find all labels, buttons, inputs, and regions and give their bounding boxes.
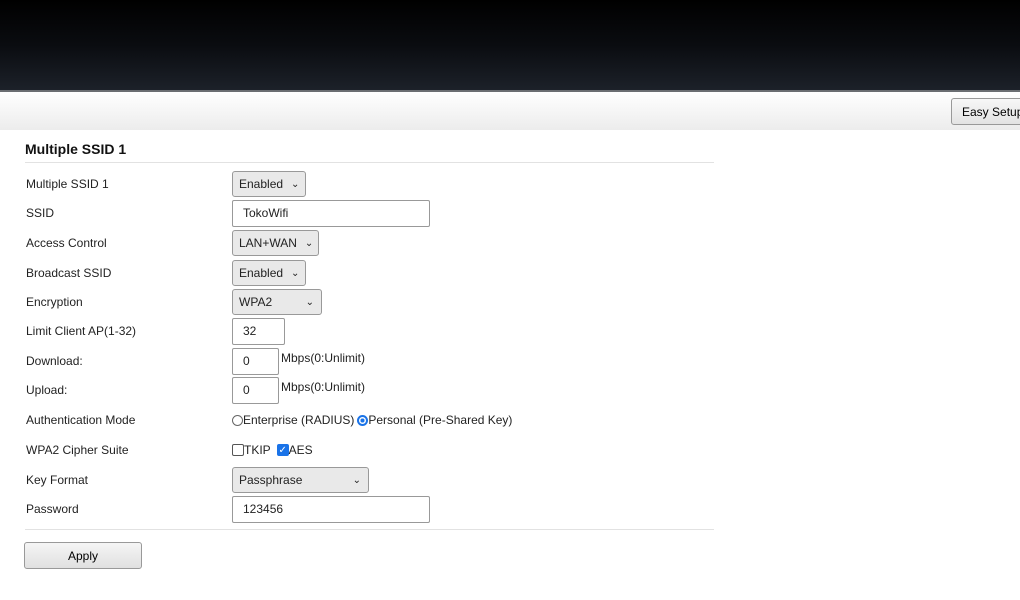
chevron-down-icon: ⌄ [291,178,300,190]
label: WPA2 Cipher Suite [26,443,129,457]
label: Password [26,502,79,516]
row-multiple-ssid: Multiple SSID 1 Enabled ⌄ [26,171,726,197]
radio-label: Enterprise (RADIUS) [243,413,355,427]
row-password: Password 123456 [26,495,726,523]
row-auth-mode: Authentication Mode Enterprise (RADIUS) … [26,407,726,433]
row-ssid: SSID TokoWifi [26,199,726,227]
chevron-down-icon: ⌄ [291,267,300,279]
value: Enabled [239,266,284,280]
apply-button[interactable]: Apply [24,542,142,569]
encryption-select[interactable]: WPA2 ⌄ [232,289,322,315]
key-format-select[interactable]: Passphrase ⌄ [232,467,369,493]
unit: Mbps(0:Unlimit) [281,380,366,394]
row-access-control: Access Control LAN+WAN ⌄ [26,230,726,256]
value: LAN+WAN [239,236,297,250]
broadcast-ssid-select[interactable]: Enabled ⌄ [232,260,306,286]
row-upload: Upload: 0 Mbps(0:Unlimit) [26,376,726,404]
label: Encryption [26,295,83,309]
label: SSID [26,206,55,220]
divider [25,529,714,530]
label: Limit Client AP(1-32) [26,324,137,338]
password-input[interactable]: 123456 [232,495,430,523]
easy-setup-button[interactable]: Easy Setup [951,98,1020,125]
label: Upload: [26,383,68,397]
row-limit-client: Limit Client AP(1-32) 32 [26,317,726,345]
aes-checkbox[interactable]: ✓ [276,444,289,456]
row-broadcast-ssid: Broadcast SSID Enabled ⌄ [26,260,726,286]
value: WPA2 [239,295,273,309]
access-control-select[interactable]: LAN+WAN ⌄ [232,230,319,256]
label: Authentication Mode [26,413,136,427]
chevron-down-icon: ⌄ [352,474,361,486]
limit-client-input[interactable]: 32 [232,317,285,345]
header-banner [0,0,1020,92]
checkbox-label: AES [288,443,313,457]
personal-radio[interactable] [357,414,369,426]
download-input[interactable]: 0 [232,347,279,375]
value: Enabled [239,177,284,191]
multiple-ssid-select[interactable]: Enabled ⌄ [232,171,306,197]
checkbox-label: TKIP [244,443,271,457]
radio-label: Personal (Pre-Shared Key) [368,413,513,427]
label: Broadcast SSID [26,266,112,280]
ssid-input[interactable]: TokoWifi [232,199,430,227]
check-icon: ✓ [278,445,287,456]
label: Multiple SSID 1 [26,177,109,191]
chevron-down-icon: ⌄ [304,237,314,249]
section-title: Multiple SSID 1 [25,141,127,157]
chevron-down-icon: ⌄ [305,296,314,308]
label: Key Format [26,473,89,487]
row-download: Download: 0 Mbps(0:Unlimit) [26,347,726,375]
value: Passphrase [239,473,303,487]
label: Download: [26,354,83,368]
toolbar [0,92,1020,130]
tkip-checkbox[interactable] [232,444,244,456]
row-cipher: WPA2 Cipher Suite TKIP ✓ AES [26,437,726,463]
upload-input[interactable]: 0 [232,376,279,404]
unit: Mbps(0:Unlimit) [281,351,366,365]
row-key-format: Key Format Passphrase ⌄ [26,467,726,493]
row-encryption: Encryption WPA2 ⌄ [26,289,726,315]
enterprise-radio[interactable] [232,414,243,426]
label: Access Control [26,236,107,250]
divider [25,162,714,163]
